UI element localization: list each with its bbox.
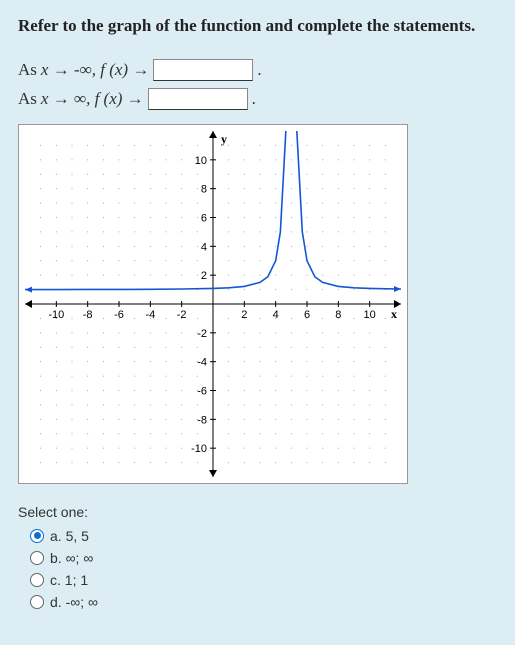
svg-text:-10: -10	[191, 443, 207, 455]
option-d[interactable]: d. -∞; ∞	[30, 594, 497, 610]
radio-b[interactable]	[30, 551, 44, 565]
radio-a[interactable]	[30, 529, 44, 543]
svg-text:-10: -10	[48, 309, 64, 321]
svg-text:y: y	[221, 132, 227, 146]
option-d-label: d. -∞; ∞	[50, 594, 98, 610]
statement-1-limit: x → -∞, f (x) →	[41, 56, 149, 85]
radio-c[interactable]	[30, 573, 44, 587]
svg-text:6: 6	[304, 309, 310, 321]
statement-2-prefix: As	[18, 85, 37, 114]
answer-blank-2[interactable]	[148, 88, 248, 110]
limit-statements: As x → -∞, f (x) → . As x → ∞, f (x) → .	[18, 56, 497, 114]
svg-text:4: 4	[201, 241, 207, 253]
radio-d[interactable]	[30, 595, 44, 609]
svg-text:-8: -8	[83, 309, 93, 321]
answer-blank-1[interactable]	[153, 59, 253, 81]
svg-text:2: 2	[241, 309, 247, 321]
option-c-label: c. 1; 1	[50, 572, 88, 588]
svg-text:-8: -8	[197, 414, 207, 426]
statement-1-prefix: As	[18, 56, 37, 85]
statement-1-period: .	[257, 56, 261, 85]
svg-text:10: 10	[195, 155, 207, 167]
svg-text:-6: -6	[114, 309, 124, 321]
svg-text:8: 8	[335, 309, 341, 321]
option-b-label: b. ∞; ∞	[50, 550, 93, 566]
function-graph: -10 -8 -6 -4 -2 2 4 6 8 10 -10 -8 -6 -4 -2 2 4 6 8 10 y x	[18, 124, 408, 484]
question-prompt: Refer to the graph of the function and c…	[18, 16, 497, 36]
svg-text:-2: -2	[177, 309, 187, 321]
svg-text:8: 8	[201, 183, 207, 195]
svg-text:-4: -4	[145, 309, 155, 321]
svg-text:6: 6	[201, 212, 207, 224]
svg-text:-6: -6	[197, 385, 207, 397]
option-a[interactable]: a. 5, 5	[30, 528, 497, 544]
svg-text:-2: -2	[197, 328, 207, 340]
svg-text:2: 2	[201, 270, 207, 282]
graph-svg: -10 -8 -6 -4 -2 2 4 6 8 10 -10 -8 -6 -4 -2 2 4 6 8 10 y x	[25, 131, 401, 477]
option-b[interactable]: b. ∞; ∞	[30, 550, 497, 566]
option-a-label: a. 5, 5	[50, 528, 89, 544]
svg-text:x: x	[391, 307, 397, 321]
svg-text:10: 10	[364, 309, 376, 321]
statement-2-period: .	[252, 85, 256, 114]
svg-text:4: 4	[273, 309, 279, 321]
statement-2-limit: x → ∞, f (x) →	[41, 85, 144, 114]
option-c[interactable]: c. 1; 1	[30, 572, 497, 588]
svg-text:-4: -4	[197, 356, 207, 368]
select-one-label: Select one:	[18, 504, 497, 520]
options-group: a. 5, 5 b. ∞; ∞ c. 1; 1 d. -∞; ∞	[18, 528, 497, 610]
